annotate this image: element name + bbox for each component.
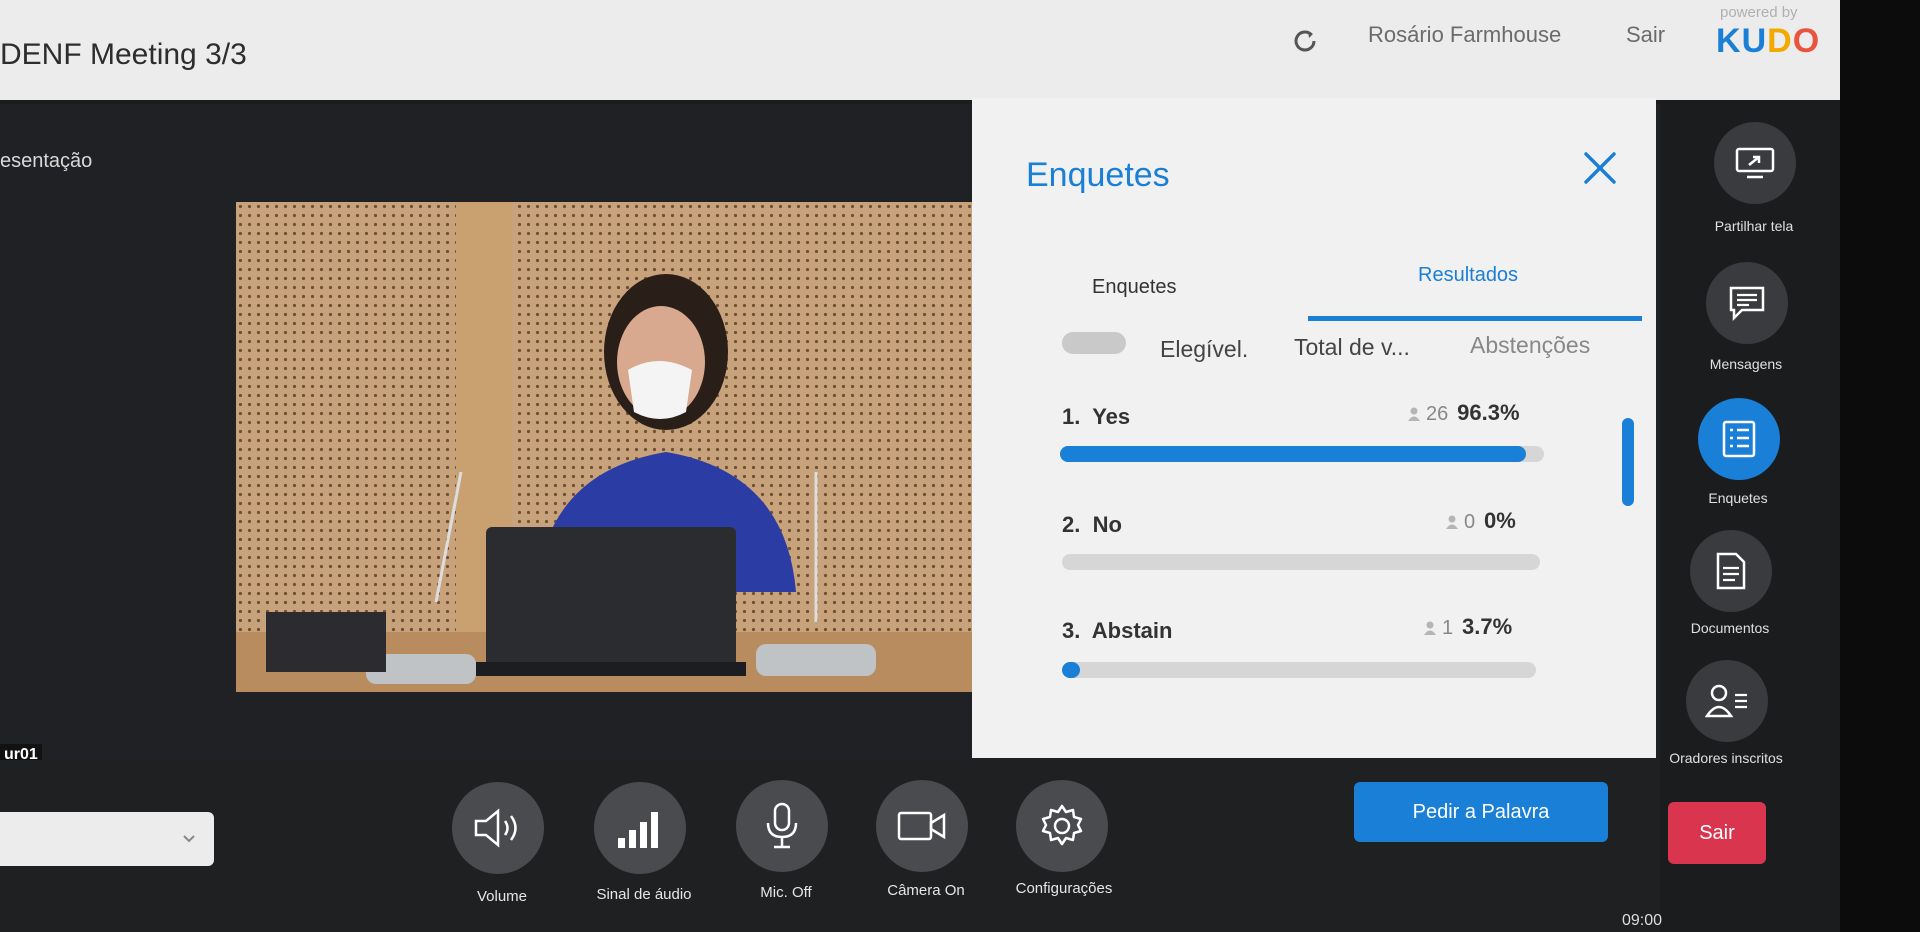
language-select[interactable]: [0, 812, 214, 866]
poll-option-label: 3. Abstain: [1062, 618, 1172, 644]
poll-option-stats: 0 0%: [1446, 508, 1516, 534]
poll-option-label: 1. Yes: [1062, 404, 1130, 430]
kudo-logo: KUDO: [1716, 22, 1821, 60]
person-icon: [1408, 407, 1420, 421]
person-icon: [1424, 621, 1436, 635]
poll-option-count: 0: [1464, 511, 1476, 533]
top-exit-link[interactable]: Sair: [1626, 22, 1665, 48]
messages-button[interactable]: [1706, 262, 1788, 344]
microphone-button[interactable]: [736, 780, 828, 872]
poll-scrollbar[interactable]: [1622, 418, 1634, 506]
poll-option-stats: 1 3.7%: [1424, 614, 1512, 640]
poll-option-count: 1: [1442, 617, 1454, 639]
share-screen-icon: [1735, 147, 1775, 179]
document-icon: [1716, 552, 1746, 590]
poll-option-percent: 3.7%: [1462, 614, 1513, 639]
poll-option-percent: 0%: [1484, 508, 1516, 533]
settings-label: Configurações: [1015, 880, 1113, 897]
speakers-icon: [1705, 684, 1747, 718]
poll-option-text: No: [1092, 512, 1122, 537]
tab-results[interactable]: Resultados: [1418, 264, 1518, 287]
video-scene: [236, 202, 978, 692]
chevron-down-icon: [183, 835, 195, 843]
stat-total-votes: Total de v...: [1294, 334, 1410, 360]
poll-panel-title: Enquetes: [1026, 156, 1170, 194]
active-tab-indicator: [1308, 316, 1642, 321]
share-screen-button[interactable]: [1714, 122, 1796, 204]
blurred-stat: [1062, 332, 1126, 354]
poll-option-percent: 96.3%: [1457, 400, 1520, 425]
documents-label: Documentos: [1690, 620, 1770, 636]
refresh-icon[interactable]: [1290, 26, 1320, 56]
poll-option-count: 26: [1426, 403, 1449, 425]
messages-label: Mensagens: [1709, 356, 1783, 372]
tab-polls[interactable]: Enquetes: [1092, 276, 1177, 299]
video-feed: [236, 202, 978, 692]
audio-signal-button[interactable]: [594, 782, 686, 874]
poll-option-number: 1.: [1062, 404, 1081, 429]
speakers-label: Oradores inscritos: [1669, 750, 1783, 766]
poll-option-bar-fill: [1060, 446, 1527, 462]
poll-option-bar-fill: [1062, 662, 1080, 678]
person-icon: [1446, 515, 1458, 529]
poll-icon: [1722, 420, 1756, 458]
camera-label-text: Câmera On: [887, 882, 965, 899]
monitor-frame: [1840, 0, 1920, 932]
poll-option-text: Abstain: [1091, 618, 1173, 643]
close-icon[interactable]: [1580, 148, 1620, 188]
stat-eligible: Elegível.: [1160, 336, 1249, 362]
volume-button[interactable]: [452, 782, 544, 874]
camera-icon: [897, 811, 946, 841]
taskbar-clock: 09:00: [1622, 912, 1663, 929]
documents-button[interactable]: [1690, 530, 1772, 612]
share-screen-label: Partilhar tela: [1714, 218, 1794, 234]
poll-option-bar: [1062, 662, 1536, 678]
chat-icon: [1729, 286, 1765, 321]
signal-icon: [618, 812, 658, 848]
volume-label: Volume: [476, 888, 528, 905]
speakers-button[interactable]: [1686, 660, 1768, 742]
poll-option-text: Yes: [1092, 404, 1131, 429]
poll-option-stats: 26 96.3%: [1408, 400, 1520, 426]
request-floor-button[interactable]: Pedir a Palavra: [1354, 782, 1608, 842]
meeting-title: DENF Meeting 3/3: [0, 38, 247, 71]
microphone-icon: [766, 802, 798, 849]
poll-option-bar: [1060, 446, 1544, 462]
polls-button[interactable]: [1698, 398, 1780, 480]
gear-icon: [1041, 804, 1083, 846]
stat-abstentions: Abstenções: [1470, 332, 1591, 358]
audio-signal-label: Sinal de áudio: [596, 886, 692, 903]
settings-button[interactable]: [1016, 780, 1108, 872]
leave-button[interactable]: Sair: [1668, 802, 1766, 864]
top-bar: [0, 0, 1840, 100]
poll-option-number: 3.: [1062, 618, 1081, 643]
poll-option-number: 2.: [1062, 512, 1081, 537]
poll-option-label: 2. No: [1062, 512, 1122, 538]
presentation-label: esentação: [0, 150, 93, 172]
polls-label: Enquetes: [1708, 490, 1768, 506]
microphone-label: Mic. Off: [760, 884, 812, 901]
user-name[interactable]: Rosário Farmhouse: [1368, 22, 1561, 48]
powered-by-text: powered by: [1720, 4, 1798, 21]
poll-option-bar: [1062, 554, 1540, 570]
camera-button[interactable]: [876, 780, 968, 872]
speaker-icon: [474, 808, 517, 848]
